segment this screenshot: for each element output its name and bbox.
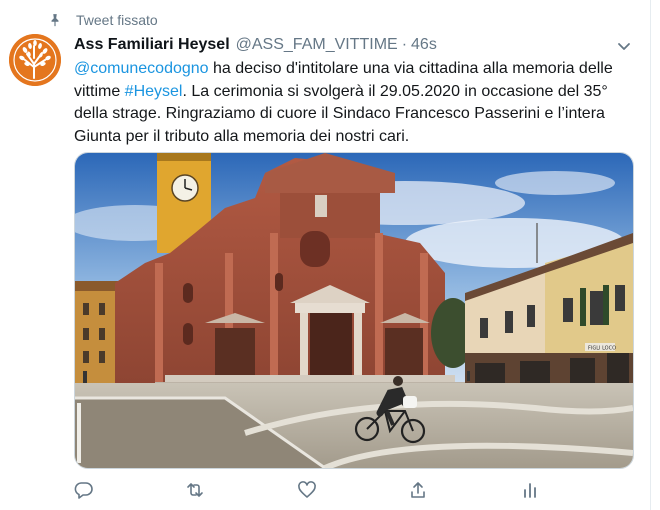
shop-sign-text: FIGLI LOCO xyxy=(588,346,616,352)
tweet-header: Ass Familiari Heysel @ASS_FAM_VITTIME · … xyxy=(74,36,437,54)
share-button[interactable] xyxy=(408,480,428,500)
reply-icon xyxy=(74,482,93,499)
analytics-button[interactable] xyxy=(520,480,540,500)
author-name[interactable]: Ass Familiari Heysel xyxy=(74,36,230,54)
author-handle[interactable]: @ASS_FAM_VITTIME xyxy=(236,36,398,54)
pinned-indicator: Tweet fissato xyxy=(48,12,158,28)
analytics-icon xyxy=(524,483,536,498)
retweet-button[interactable] xyxy=(185,480,205,500)
mention-link[interactable]: @comunecodogno xyxy=(74,60,209,77)
hashtag-link[interactable]: #Heysel xyxy=(125,83,183,100)
tweet-photo[interactable]: FIGLI LOCO xyxy=(74,152,634,469)
tweet-actions xyxy=(74,480,634,500)
pinned-label: Tweet fissato xyxy=(76,12,158,28)
like-button[interactable] xyxy=(297,480,317,500)
share-icon xyxy=(411,482,425,498)
tree-logo-icon xyxy=(9,34,61,86)
like-icon xyxy=(298,481,316,498)
more-options-button[interactable] xyxy=(614,36,634,56)
tweet-card[interactable]: Tweet fissato Ass Familiari Heysel @ASS_… xyxy=(0,0,651,510)
tweet-text: @comunecodogno ha deciso d'intitolare un… xyxy=(74,58,639,148)
reply-button[interactable] xyxy=(74,480,94,500)
retweet-icon xyxy=(187,483,203,497)
pin-icon xyxy=(51,14,59,27)
timestamp[interactable]: 46s xyxy=(411,36,437,54)
photo-church-square: FIGLI LOCO xyxy=(75,153,633,468)
chevron-down-icon xyxy=(618,43,630,50)
separator-dot: · xyxy=(401,36,408,53)
avatar[interactable] xyxy=(9,34,61,86)
